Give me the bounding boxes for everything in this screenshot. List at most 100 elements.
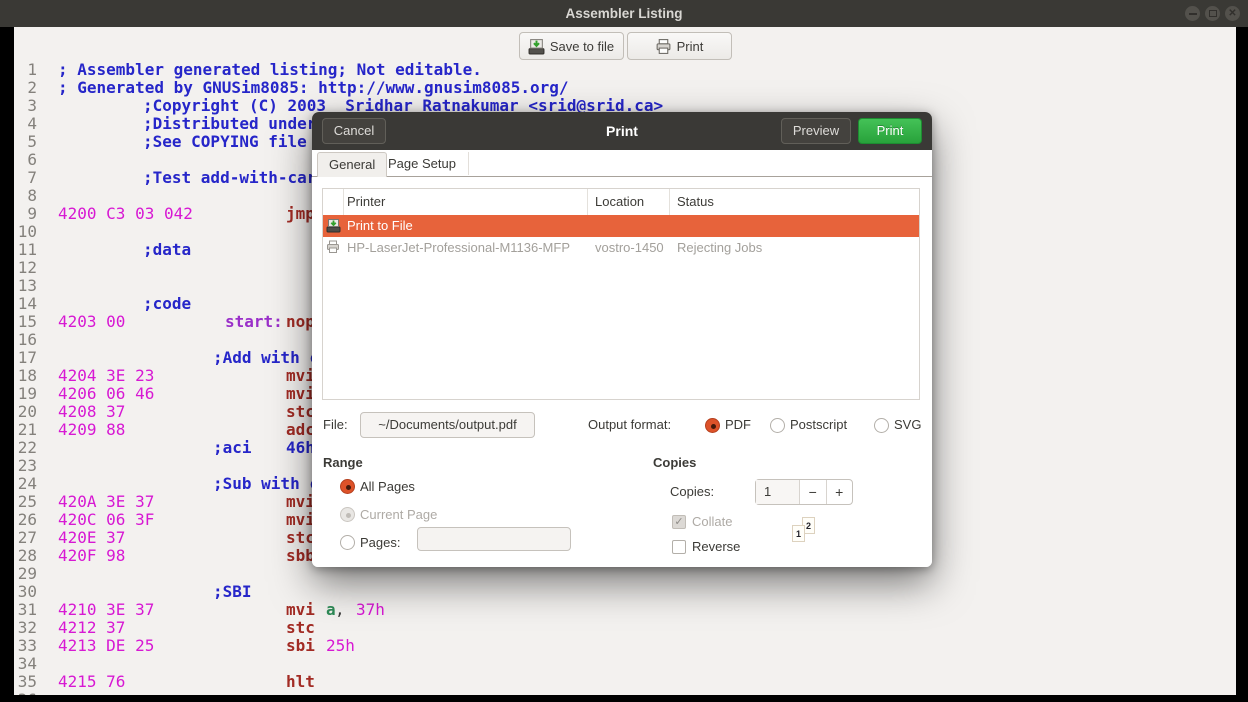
radio-current-page-label: Current Page <box>360 507 437 523</box>
line-number: 25 <box>14 492 37 511</box>
printer-row[interactable]: HP-LaserJet-Professional-M1136-MFPvostro… <box>323 237 919 259</box>
code-segment: , <box>335 600 345 619</box>
column-header-status[interactable]: Status <box>677 189 714 215</box>
code-segment: ;code <box>143 294 191 313</box>
code-segment: sbi <box>286 636 315 655</box>
pages-input[interactable] <box>417 527 571 551</box>
code-segment: 4208 37 <box>58 402 125 421</box>
output-format-label: Output format: <box>588 412 671 438</box>
printer-table-header: Printer Location Status <box>323 189 919 216</box>
code-segment: 4203 00 <box>58 312 125 331</box>
line-number: 31 <box>14 600 37 619</box>
copies-increment-button[interactable]: + <box>827 480 853 504</box>
line-number: 24 <box>14 474 37 493</box>
radio-svg-label[interactable]: SVG <box>894 412 921 438</box>
print-to-file-icon <box>326 218 341 236</box>
code-segment: mvi <box>286 366 315 385</box>
code-segment: 46h <box>286 438 315 457</box>
code-segment: start: <box>225 312 283 331</box>
printer-icon <box>326 240 340 257</box>
line-number: 12 <box>14 258 37 277</box>
printer-row[interactable]: Print to File <box>323 215 919 237</box>
copies-spinbutton: 1 − + <box>755 479 853 505</box>
radio-svg[interactable] <box>874 418 889 433</box>
code-segment: 4212 37 <box>58 618 125 637</box>
line-number: 28 <box>14 546 37 565</box>
file-chooser-button[interactable]: ~/Documents/output.pdf <box>360 412 535 438</box>
listing-line: 2; Generated by GNUSim8085: http://www.g… <box>14 78 1236 96</box>
code-segment: mvi <box>286 492 315 511</box>
code-segment: stc <box>286 528 315 547</box>
line-number: 21 <box>14 420 37 439</box>
column-divider <box>343 189 344 215</box>
maximize-button[interactable] <box>1205 6 1220 21</box>
code-segment: 4209 88 <box>58 420 125 439</box>
reverse-checkbox[interactable] <box>672 540 686 554</box>
line-number: 23 <box>14 456 37 475</box>
radio-postscript[interactable] <box>770 418 785 433</box>
radio-all-pages-label[interactable]: All Pages <box>360 479 415 495</box>
listing-line: 1; Assembler generated listing; Not edit… <box>14 60 1236 78</box>
line-number: 15 <box>14 312 37 331</box>
code-segment: sbb <box>286 546 315 565</box>
line-number: 32 <box>14 618 37 637</box>
preview-button[interactable]: Preview <box>781 118 851 144</box>
minimize-button[interactable] <box>1185 6 1200 21</box>
printer-icon <box>655 38 672 55</box>
code-segment: ;Test add-with-car <box>143 168 316 187</box>
reverse-label[interactable]: Reverse <box>692 540 740 554</box>
radio-pdf-label[interactable]: PDF <box>725 412 751 438</box>
listing-line: 354215 76hlt <box>14 672 1236 690</box>
code-segment: 4204 3E 23 <box>58 366 154 385</box>
line-number: 18 <box>14 366 37 385</box>
close-button[interactable]: ✕ <box>1225 6 1240 21</box>
collate-checkbox: ✓ <box>672 515 686 529</box>
radio-pages-label[interactable]: Pages: <box>360 535 400 551</box>
maximize-icon <box>1209 10 1217 17</box>
print-button[interactable]: Print <box>627 32 732 60</box>
code-segment: ;Sub with c <box>213 474 319 493</box>
code-segment: ;Add with c <box>213 348 319 367</box>
code-segment: 4210 3E 37 <box>58 600 154 619</box>
code-segment: ;data <box>143 240 191 259</box>
code-segment: 37h <box>356 600 385 619</box>
radio-pages[interactable] <box>340 535 355 550</box>
dialog-tabbar: General Page Setup <box>312 150 932 177</box>
listing-line: 36 <box>14 690 1236 695</box>
line-number: 35 <box>14 672 37 691</box>
code-segment: hlt <box>286 672 315 691</box>
printer-name: Print to File <box>347 215 413 237</box>
code-segment: 420A 3E 37 <box>58 492 154 511</box>
print-dialog: Cancel Print Preview Print General Page … <box>312 112 932 567</box>
tab-page-setup[interactable]: Page Setup <box>376 152 469 175</box>
radio-postscript-label[interactable]: Postscript <box>790 412 847 438</box>
listing-line: 34 <box>14 654 1236 672</box>
code-segment: stc <box>286 618 315 637</box>
printer-table: Printer Location Status Print to FileHP-… <box>322 188 920 400</box>
toolbar: Save to file Print <box>14 27 1236 60</box>
code-segment: 25h <box>326 636 355 655</box>
save-to-file-button[interactable]: Save to file <box>519 32 624 60</box>
copies-value[interactable]: 1 <box>756 480 800 504</box>
radio-current-page <box>340 507 355 522</box>
dialog-header: Cancel Print Preview Print <box>312 112 932 150</box>
line-number: 8 <box>14 186 37 205</box>
code-segment: ;See COPYING file <box>143 132 307 151</box>
code-segment: 420E 37 <box>58 528 125 547</box>
line-number: 16 <box>14 330 37 349</box>
radio-pdf[interactable] <box>705 418 720 433</box>
listing-line: 334213 DE 25sbi25h <box>14 636 1236 654</box>
column-header-location[interactable]: Location <box>595 189 644 215</box>
listing-line: 30;SBI <box>14 582 1236 600</box>
line-number: 30 <box>14 582 37 601</box>
copies-decrement-button[interactable]: − <box>800 480 827 504</box>
line-number: 9 <box>14 204 37 223</box>
column-header-printer[interactable]: Printer <box>347 189 385 215</box>
line-number: 3 <box>14 96 37 115</box>
printer-name: HP-LaserJet-Professional-M1136-MFP <box>347 237 570 259</box>
dialog-print-button[interactable]: Print <box>858 118 922 144</box>
code-segment: stc <box>286 402 315 421</box>
line-number: 17 <box>14 348 37 367</box>
radio-all-pages[interactable] <box>340 479 355 494</box>
line-number: 22 <box>14 438 37 457</box>
